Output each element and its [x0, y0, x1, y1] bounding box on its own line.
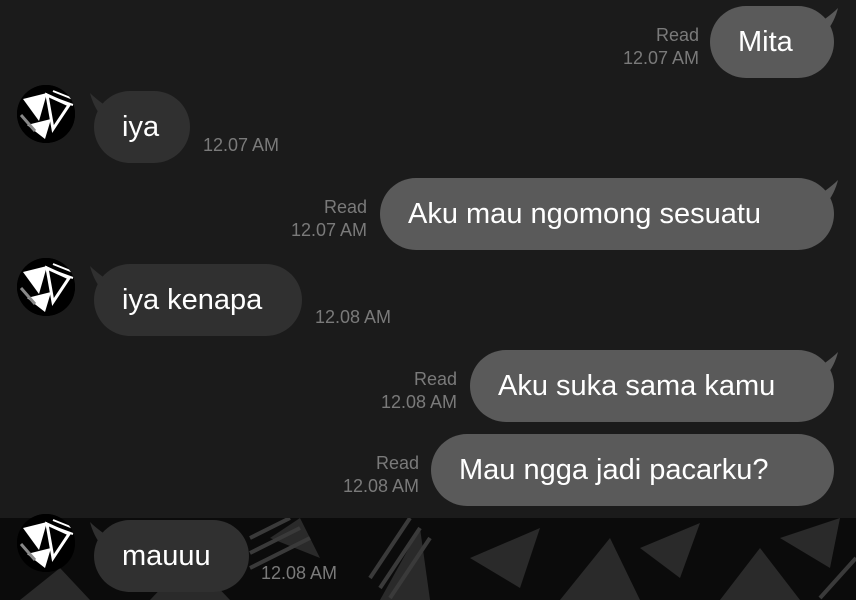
message-meta: Read 12.07 AM	[230, 196, 367, 242]
message-text: Mita	[738, 26, 793, 58]
outgoing-message-bubble[interactable]: Aku suka sama kamu	[470, 350, 834, 422]
message-time: 12.08 AM	[380, 392, 457, 412]
outgoing-message-bubble[interactable]: Mau ngga jadi pacarku?	[431, 434, 834, 506]
message-text: iya kenapa	[122, 284, 263, 316]
contact-avatar[interactable]	[17, 85, 75, 143]
message-text: Aku mau ngomong sesuatu	[408, 198, 762, 230]
message-time: 12.07 AM	[203, 135, 280, 155]
read-status: Read	[655, 25, 699, 45]
outgoing-message-bubble[interactable]: Aku mau ngomong sesuatu	[380, 178, 834, 250]
message-text: mauuu	[122, 540, 211, 572]
bubble-tail	[812, 352, 838, 378]
message-time: 12.07 AM	[290, 220, 367, 240]
incoming-message-bubble[interactable]: iya kenapa	[94, 264, 302, 336]
message-meta: Read 12.07 AM	[560, 24, 699, 70]
message-text: iya	[122, 111, 160, 143]
geometric-avatar-icon	[17, 514, 75, 572]
message-time: 12.07 AM	[622, 48, 699, 68]
incoming-message-bubble[interactable]: iya	[94, 91, 190, 163]
geometric-avatar-icon	[17, 85, 75, 143]
contact-avatar[interactable]	[17, 514, 75, 572]
message-time: 12.08 AM	[315, 307, 392, 327]
read-status: Read	[413, 369, 457, 389]
geometric-avatar-icon	[17, 258, 75, 316]
message-time: 12.08 AM	[342, 476, 419, 496]
message-meta: Read 12.08 AM	[280, 452, 419, 498]
chat-window: Mita Read 12.07 AM iya 12.07 AM Aku mau …	[0, 0, 856, 600]
bubble-tail	[812, 8, 838, 34]
message-time: 12.08 AM	[261, 563, 338, 583]
incoming-message-bubble[interactable]: mauuu	[94, 520, 249, 592]
read-status: Read	[323, 197, 367, 217]
bubble-tail	[812, 180, 838, 206]
message-text: Mau ngga jadi pacarku?	[459, 454, 769, 486]
message-text: Aku suka sama kamu	[498, 370, 776, 402]
contact-avatar[interactable]	[17, 258, 75, 316]
read-status: Read	[375, 453, 419, 473]
message-meta: Read 12.08 AM	[318, 368, 457, 414]
